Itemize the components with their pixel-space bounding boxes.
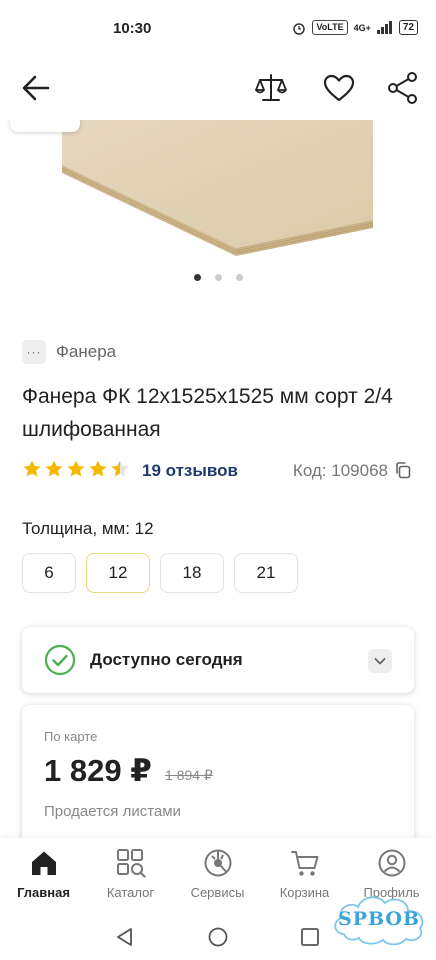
thickness-option-18[interactable]: 18	[160, 553, 224, 593]
star-icon	[23, 460, 41, 477]
availability-text: Доступно сегодня	[90, 650, 243, 669]
services-icon	[204, 849, 231, 877]
status-icons: VoLTE 4G+ 72	[292, 20, 418, 35]
product-title: Фанера ФК 12x1525x1525 мм сорт 2/4 шлифо…	[22, 385, 393, 441]
star-icon	[67, 460, 85, 477]
reviews-link[interactable]: 19 отзывов	[142, 461, 238, 481]
profile-icon	[378, 849, 405, 877]
system-back-icon[interactable]	[114, 926, 136, 948]
rating-row: 19 отзывов Код: 109068	[22, 458, 418, 484]
share-icon	[388, 72, 417, 104]
image-badge	[10, 120, 80, 132]
thickness-option-6[interactable]: 6	[22, 553, 76, 593]
category-label: Фанера	[56, 342, 117, 361]
nav-item-home[interactable]: Главная	[0, 848, 87, 900]
system-home-icon[interactable]	[207, 926, 229, 948]
product-image	[61, 120, 374, 256]
star-icon	[45, 460, 63, 477]
network-indicator: 4G+	[353, 22, 371, 33]
signal-icon	[376, 21, 392, 34]
heart-icon	[323, 74, 355, 102]
price-old: 1 894 ₽	[165, 767, 213, 783]
price-caption: По карте	[44, 729, 98, 744]
app-bar	[0, 60, 436, 116]
battery-indicator: 72	[398, 20, 418, 35]
compare-button[interactable]	[252, 69, 290, 107]
pagination-dot[interactable]	[235, 274, 243, 281]
nav-item-catalog[interactable]: Каталог	[87, 848, 174, 900]
watermark-logo: SPBOB	[330, 888, 428, 950]
favorite-button[interactable]	[320, 69, 358, 107]
home-icon	[31, 851, 56, 875]
rating-stars	[22, 459, 130, 479]
product-image-gallery[interactable]	[0, 120, 436, 295]
nav-item-services[interactable]: Сервисы	[174, 848, 261, 900]
check-circle-icon	[44, 644, 76, 676]
category-breadcrumb[interactable]: ··· Фанера	[22, 340, 116, 364]
half-star-icon	[111, 460, 129, 477]
star-icon	[89, 460, 107, 477]
share-button[interactable]	[384, 69, 422, 107]
volte-indicator: VoLTE	[312, 20, 348, 35]
pagination-dot[interactable]	[214, 274, 222, 281]
price-card: По карте 1 829 ₽ 1 894 ₽ Продается листа…	[22, 705, 414, 845]
compare-scales-icon	[255, 74, 287, 101]
gallery-pagination	[0, 274, 436, 281]
thickness-option-12[interactable]: 12	[86, 553, 150, 593]
product-code: Код: 109068	[292, 461, 388, 480]
pagination-dot[interactable]	[193, 274, 201, 281]
back-arrow-icon	[22, 75, 50, 101]
cart-icon	[290, 851, 318, 876]
price-current: 1 829 ₽	[44, 753, 152, 788]
availability-card[interactable]: Доступно сегодня	[22, 627, 414, 693]
price-note: Продается листами	[44, 803, 181, 820]
nav-label-home: Главная	[17, 885, 70, 900]
nav-label-catalog: Каталог	[106, 885, 155, 900]
thickness-option-21[interactable]: 21	[234, 553, 298, 593]
expand-button[interactable]	[368, 649, 392, 673]
nav-label-cart: Корзина	[279, 885, 330, 900]
thickness-options: 6 12 18 21	[22, 553, 298, 593]
catalog-icon	[116, 849, 146, 878]
status-time: 10:30	[113, 20, 152, 37]
nav-label-services: Сервисы	[190, 885, 245, 900]
status-bar: 10:30 VoLTE 4G+ 72	[0, 0, 436, 60]
copy-icon[interactable]	[394, 461, 412, 479]
system-recents-icon[interactable]	[299, 926, 321, 948]
more-icon: ···	[22, 340, 46, 364]
watermark-text: SPBOB	[337, 908, 421, 930]
chevron-down-icon	[374, 658, 386, 665]
back-button[interactable]	[18, 70, 54, 106]
thickness-label: Толщина, мм: 12	[22, 519, 154, 538]
alarm-icon	[293, 22, 306, 35]
